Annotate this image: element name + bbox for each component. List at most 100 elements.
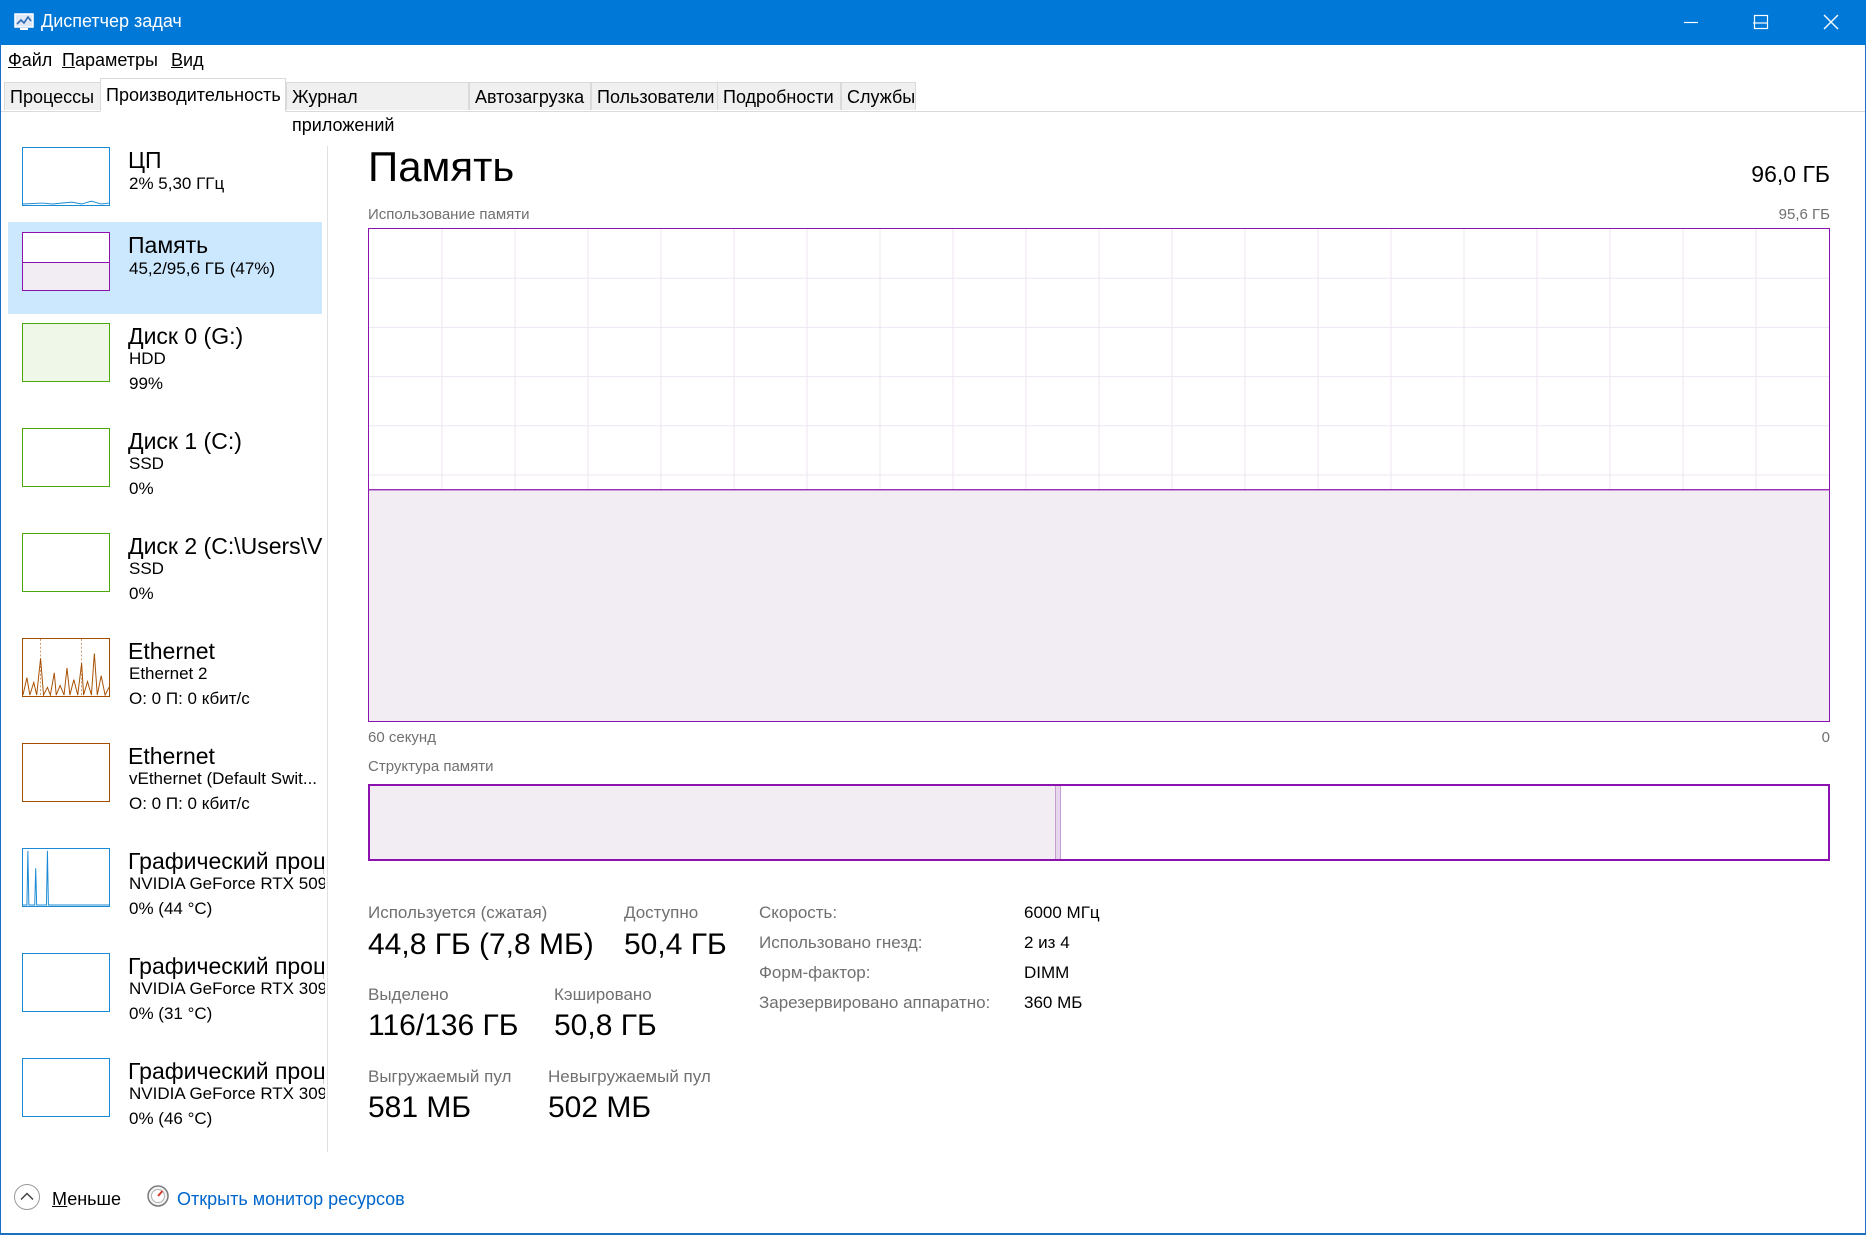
sidebar-item-detail: 0% (129, 479, 154, 498)
sidebar-item-gpu-1[interactable]: Графический проц NVIDIA GeForce RTX 309 … (8, 943, 325, 1035)
tab-startup[interactable]: Автозагрузка (469, 82, 591, 110)
sidebar-item-gpu-2[interactable]: Графический проц NVIDIA GeForce RTX 309 … (8, 1048, 325, 1140)
sidebar-item-subtitle: Ethernet 2 (129, 664, 208, 683)
prop-hw-reserved-label: Зарезервировано аппаратно: (759, 993, 991, 1012)
resource-sidebar: ЦП 2% 5,30 ГГц Память 45,2/95,6 ГБ (47%)… (0, 112, 328, 1157)
sidebar-item-subtitle: 2% 5,30 ГГц (129, 174, 225, 193)
sidebar-item-memory[interactable]: Память 45,2/95,6 ГБ (47%) (8, 222, 322, 314)
resource-monitor-icon (146, 1184, 170, 1208)
usage-graph-max: 95,6 ГБ (1778, 206, 1830, 223)
close-icon (1823, 14, 1839, 30)
gpu-0-thumbnail-graph (22, 848, 110, 907)
menu-file[interactable]: Файл (8, 50, 52, 71)
fewer-details-link[interactable]: Меньше (52, 1189, 121, 1210)
minimize-icon (1684, 21, 1698, 24)
memory-structure-used (370, 786, 1057, 859)
sidebar-item-detail: 0% (44 °C) (129, 899, 213, 918)
stat-paged-pool-value: 581 МБ (368, 1091, 472, 1124)
open-resource-monitor-link[interactable]: Открыть монитор ресурсов (177, 1189, 405, 1210)
disk-1-thumbnail-graph (22, 428, 110, 487)
stat-paged-pool-label: Выгружаемый пул (368, 1067, 512, 1086)
window-border-left (0, 45, 1, 1235)
graph-axis-left: 60 секунд (368, 729, 436, 746)
close-button[interactable] (1796, 0, 1866, 45)
footer-bar: Меньше Открыть монитор ресурсов (0, 1175, 1866, 1225)
title-bar[interactable]: Диспетчер задач (0, 0, 1866, 45)
sidebar-item-subtitle: SSD (129, 454, 164, 473)
stat-in-use-value: 44,8 ГБ (7,8 МБ) (368, 928, 594, 961)
sidebar-item-cpu[interactable]: ЦП 2% 5,30 ГГц (8, 137, 322, 229)
task-manager-icon (14, 13, 34, 30)
stat-nonpaged-pool-value: 502 МБ (548, 1091, 652, 1124)
tab-processes[interactable]: Процессы (4, 82, 102, 110)
gpu-1-thumbnail-graph (22, 953, 110, 1012)
sidebar-item-title: Диск 2 (C:\Users\V (128, 533, 323, 559)
usage-graph-label: Использование памяти (368, 206, 530, 223)
stat-nonpaged-pool-label: Невыгружаемый пул (548, 1067, 711, 1086)
sidebar-item-detail: 99% (129, 374, 164, 393)
gpu-2-thumbnail-graph (22, 1058, 110, 1117)
sidebar-divider (327, 146, 328, 1152)
prop-slots-label: Использовано гнезд: (759, 933, 923, 952)
maximize-button[interactable] (1726, 0, 1796, 45)
sidebar-item-subtitle: SSD (129, 559, 164, 578)
tab-users[interactable]: Пользователи (591, 82, 723, 110)
sidebar-item-detail: О: 0 П: 0 кбит/с (129, 689, 250, 708)
memory-structure-modified (1056, 786, 1062, 859)
tab-performance[interactable]: Производительность (100, 78, 286, 112)
sidebar-item-subtitle: NVIDIA GeForce RTX 509 (129, 874, 325, 893)
menu-view[interactable]: Вид (171, 50, 204, 71)
sidebar-item-detail: 0% (129, 584, 154, 603)
prop-hw-reserved-value: 360 МБ (1024, 993, 1083, 1012)
sidebar-item-gpu-0[interactable]: Графический проц NVIDIA GeForce RTX 509 … (8, 838, 325, 930)
sidebar-item-title: ЦП (128, 147, 162, 173)
sidebar-item-disk-0[interactable]: Диск 0 (G:) HDD 99% (8, 313, 322, 405)
cpu-thumbnail-graph (22, 147, 110, 206)
sidebar-item-title: Память (128, 232, 209, 258)
sidebar-item-title: Графический проц (128, 848, 324, 874)
minimize-button[interactable] (1656, 0, 1726, 45)
stat-available-label: Доступно (624, 903, 699, 922)
sidebar-item-title: Графический проц (128, 1058, 324, 1084)
memory-structure-bar (368, 784, 1830, 861)
sidebar-item-subtitle: NVIDIA GeForce RTX 309 (129, 979, 325, 998)
sidebar-item-disk-1[interactable]: Диск 1 (C:) SSD 0% (8, 418, 322, 510)
memory-panel: Память 96,0 ГБ Использование памяти 95,6… (368, 112, 1830, 1157)
stat-committed-label: Выделено (368, 985, 449, 1004)
page-title: Память (368, 143, 515, 190)
tab-details[interactable]: Подробности (717, 82, 841, 110)
maximize-icon (1753, 14, 1769, 30)
sidebar-item-ethernet-2[interactable]: Ethernet Ethernet 2 О: 0 П: 0 кбит/с (8, 628, 322, 720)
window-title: Диспетчер задач (41, 11, 182, 31)
sidebar-item-vethernet[interactable]: Ethernet vEthernet (Default Swit... О: 0… (8, 733, 322, 825)
vethernet-thumbnail-graph (22, 743, 110, 802)
sidebar-item-subtitle: vEthernet (Default Swit... (129, 769, 318, 788)
ethernet-2-thumbnail-graph (22, 638, 110, 697)
sidebar-item-detail: О: 0 П: 0 кбит/с (129, 794, 250, 813)
sidebar-item-title: Графический проц (128, 953, 324, 979)
tab-strip: Процессы Производительность Журнал прило… (0, 78, 1866, 135)
sidebar-item-disk-2[interactable]: Диск 2 (C:\Users\V SSD 0% (8, 523, 322, 615)
stat-cached-value: 50,8 ГБ (554, 1009, 657, 1042)
prop-speed-label: Скорость: (759, 903, 838, 922)
prop-speed-value: 6000 МГц (1024, 903, 1100, 922)
sidebar-item-detail: 0% (46 °C) (129, 1109, 213, 1128)
stat-cached-label: Кэшировано (554, 985, 652, 1004)
memory-usage-graph (368, 228, 1830, 722)
chevron-up-circle-icon (14, 1184, 40, 1210)
menu-bar: Файл Параметры Вид (0, 45, 1866, 75)
tab-services[interactable]: Службы (841, 82, 916, 110)
prop-form-factor-label: Форм-фактор: (759, 963, 871, 982)
memory-usage-area (369, 489, 1829, 721)
menu-options[interactable]: Параметры (62, 50, 158, 71)
structure-label: Структура памяти (368, 758, 494, 775)
tab-app-history[interactable]: Журнал приложений (286, 82, 469, 135)
disk-0-thumbnail-graph (22, 323, 110, 382)
disk-2-thumbnail-graph (22, 533, 110, 592)
memory-total: 96,0 ГБ (1751, 161, 1830, 187)
stat-committed-value: 116/136 ГБ (368, 1009, 519, 1042)
sidebar-item-title: Ethernet (128, 743, 215, 769)
stat-in-use-label: Используется (сжатая) (368, 903, 548, 922)
stat-available-value: 50,4 ГБ (624, 928, 727, 961)
fewer-details-button[interactable] (13, 1183, 41, 1211)
